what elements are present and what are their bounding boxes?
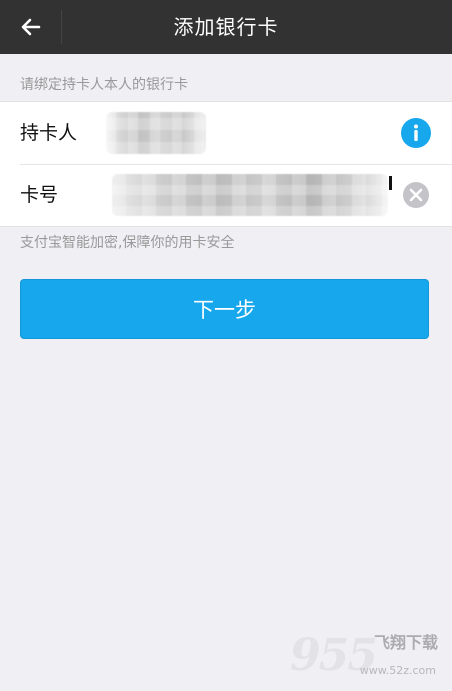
cardholder-info-button[interactable] xyxy=(400,117,432,149)
watermark-brand: 飞翔下载 xyxy=(373,633,438,652)
watermark-digits: 955 xyxy=(290,630,378,681)
app-header: 添加银行卡 xyxy=(0,0,452,54)
card-form: 持卡人 卡号 xyxy=(0,101,452,227)
blurred-name-value xyxy=(106,112,206,154)
bind-hint-text: 请绑定持卡人本人的银行卡 xyxy=(20,77,188,93)
cardholder-row: 持卡人 xyxy=(0,102,452,164)
card-number-row: 卡号 xyxy=(0,164,452,226)
blurred-card-number xyxy=(112,174,388,216)
next-step-button[interactable]: 下一步 xyxy=(20,279,429,339)
cardholder-name-field[interactable] xyxy=(106,112,206,154)
card-number-input[interactable] xyxy=(112,174,392,216)
page-title: 添加银行卡 xyxy=(173,15,279,39)
cardholder-label: 持卡人 xyxy=(20,122,78,144)
clear-icon xyxy=(403,182,429,208)
clear-card-number-button[interactable] xyxy=(400,179,432,211)
card-number-label: 卡号 xyxy=(20,184,59,206)
watermark-url: www.52z.com xyxy=(359,664,436,677)
site-watermark: 955 飞翔下载 www.52z.com xyxy=(290,629,440,681)
security-note: 支付宝智能加密,保障你的用卡安全 xyxy=(20,235,235,251)
text-cursor xyxy=(389,176,392,190)
info-icon xyxy=(401,118,431,148)
